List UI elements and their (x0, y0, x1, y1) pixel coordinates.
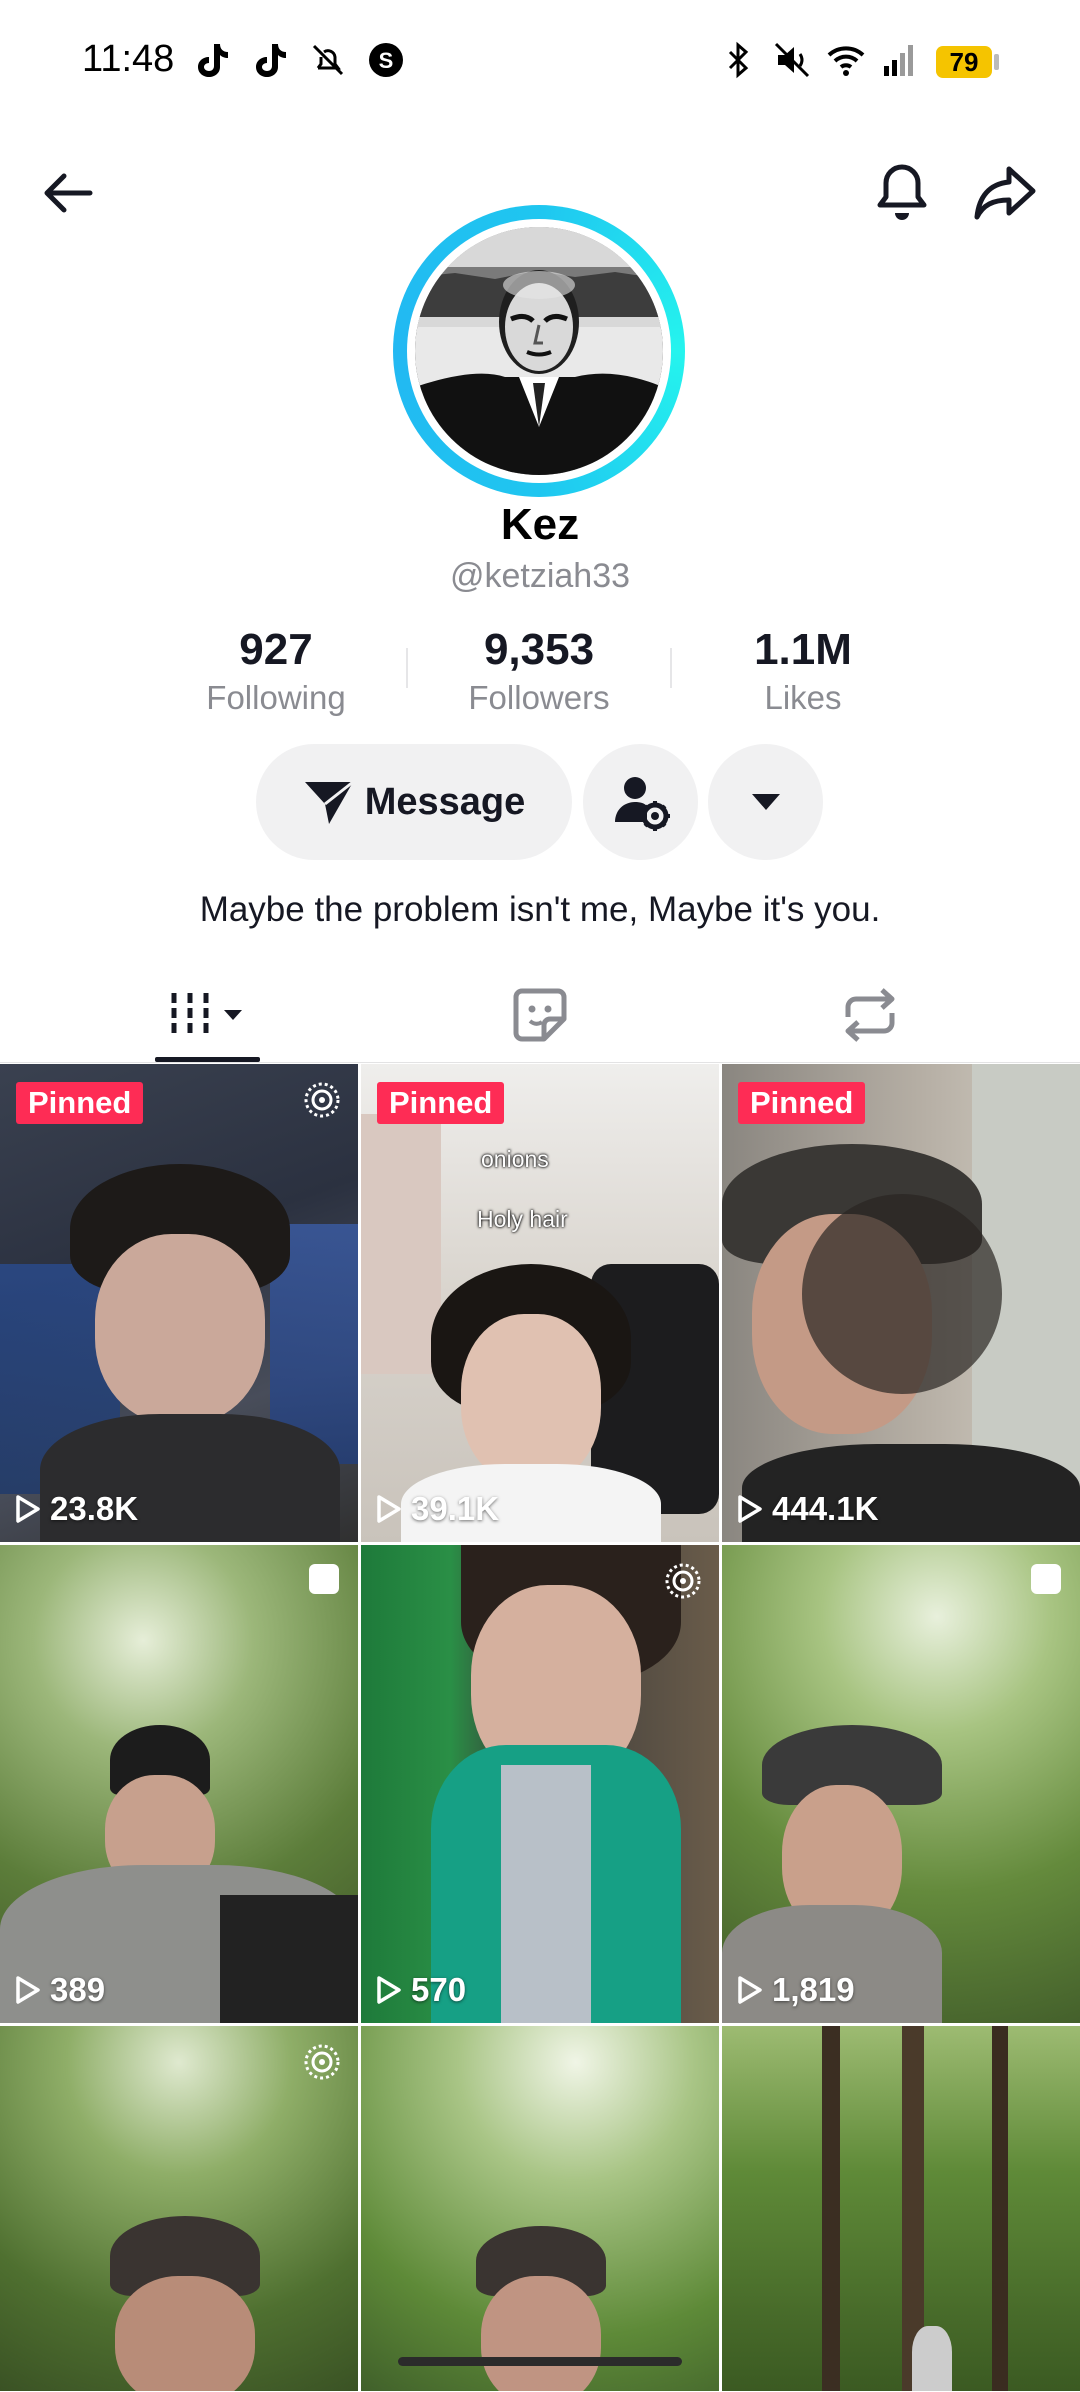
mute-icon (774, 42, 810, 78)
stat-label: Followers (468, 679, 610, 716)
caret-down-icon (751, 794, 780, 810)
play-icon (16, 1976, 40, 2004)
home-indicator[interactable] (398, 2357, 682, 2366)
stat-label: Following (206, 679, 346, 716)
play-icon (738, 1495, 762, 1523)
signal-icon (884, 45, 913, 76)
tab-videos[interactable] (30, 970, 390, 1060)
video-tile[interactable]: Pinned 444.1K (722, 1064, 1080, 1542)
videos-grid-icon (171, 993, 242, 1037)
tiktok-icon (198, 44, 228, 77)
battery-icon: 79 (936, 46, 992, 78)
share-icon (974, 166, 1036, 220)
back-arrow-icon (44, 173, 93, 213)
stat-divider (406, 648, 408, 688)
bluetooth-icon (728, 41, 749, 79)
avatar-ring[interactable] (393, 205, 685, 497)
avatar-image (415, 227, 663, 475)
battery-tip (994, 54, 999, 70)
tiktok-icon (256, 44, 286, 77)
stat-likes[interactable]: 1.1M Likes (683, 625, 923, 717)
view-count: 39.1K (375, 1490, 499, 1528)
more-options-button[interactable] (708, 744, 823, 860)
view-count: 1,819 (736, 1971, 855, 2009)
view-count: 570 (375, 1971, 466, 2009)
svg-text:S: S (379, 48, 394, 73)
live-photo-icon (304, 1082, 340, 1118)
back-button[interactable] (28, 153, 108, 233)
multi-photo-icon (1031, 1564, 1061, 1594)
bio: Maybe the problem isn't me, Maybe it's y… (199, 890, 881, 929)
view-count: 444.1K (736, 1490, 878, 1528)
sticker-icon (513, 988, 567, 1042)
message-button[interactable]: Message (256, 744, 572, 860)
multi-photo-icon (309, 1564, 339, 1594)
avatar (415, 227, 663, 475)
play-icon (377, 1495, 401, 1523)
pinned-badge: Pinned (738, 1082, 866, 1124)
view-count: 23.8K (14, 1490, 138, 1528)
video-tile[interactable] (722, 2026, 1080, 2391)
notifications-button[interactable] (862, 153, 942, 233)
message-button-label: Message (364, 780, 526, 823)
pinned-badge: Pinned (16, 1082, 144, 1124)
video-caption: onions (481, 1146, 549, 1172)
display-name: Kez (500, 500, 580, 549)
stat-divider (670, 648, 672, 688)
share-button[interactable] (965, 153, 1045, 233)
send-icon (304, 780, 354, 824)
video-tile[interactable]: 570 (361, 1545, 719, 2023)
username: @ketziah33 (449, 557, 631, 595)
play-icon (738, 1976, 762, 2004)
video-caption: Holy hair (477, 1206, 568, 1232)
video-tile[interactable] (361, 2026, 719, 2391)
view-count: 389 (14, 1971, 105, 2009)
notifications-off-icon (312, 44, 344, 76)
play-icon (16, 1495, 40, 1523)
tab-reposts[interactable] (690, 970, 1050, 1060)
wifi-icon (827, 46, 865, 76)
stat-following[interactable]: 927 Following (156, 625, 396, 717)
video-tile[interactable] (0, 2026, 358, 2391)
person-settings-icon (614, 777, 670, 831)
live-photo-icon (665, 1563, 701, 1599)
stat-value: 927 (239, 625, 313, 674)
stat-value: 9,353 (483, 625, 595, 674)
live-photo-icon (304, 2044, 340, 2080)
tab-favorites[interactable] (360, 970, 720, 1060)
stat-value: 1.1M (754, 625, 852, 674)
video-tile[interactable]: onions Holy hair Pinned 39.1K (361, 1064, 719, 1542)
video-tile[interactable]: Pinned 23.8K (0, 1064, 358, 1542)
bell-icon (877, 164, 927, 220)
repost-icon (845, 988, 895, 1042)
stat-label: Likes (764, 679, 842, 716)
stat-followers[interactable]: 9,353 Followers (419, 625, 659, 717)
video-tile[interactable]: 1,819 (722, 1545, 1080, 2023)
status-bar: 11:48 S 79 (0, 0, 1080, 120)
status-time: 11:48 (82, 38, 175, 80)
threads-icon: S (369, 43, 403, 77)
video-tile[interactable]: 389 (0, 1545, 358, 2023)
pinned-badge: Pinned (377, 1082, 505, 1124)
play-icon (377, 1976, 401, 2004)
tabs-divider (0, 1062, 1080, 1063)
add-friend-button[interactable] (583, 744, 698, 860)
